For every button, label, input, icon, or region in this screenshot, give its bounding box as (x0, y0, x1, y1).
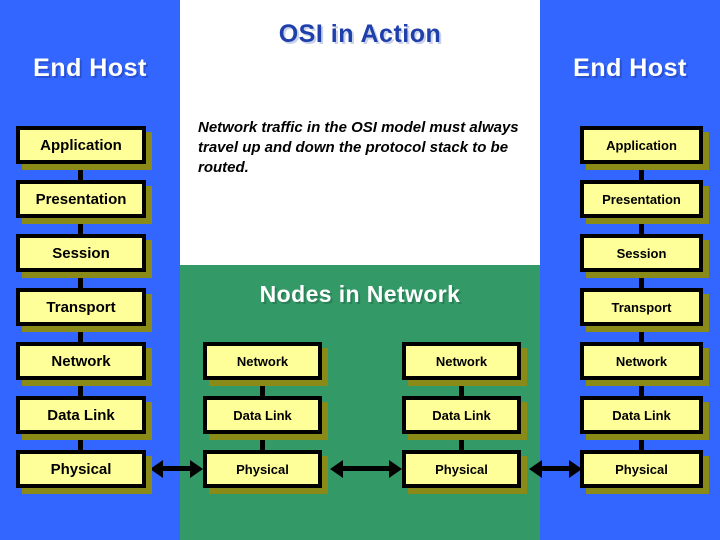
layer-box-right-physical[interactable]: Physical (580, 450, 703, 488)
explanatory-note: Network traffic in the OSI model must al… (198, 119, 519, 176)
layer-box-node1-physical[interactable]: Physical (203, 450, 322, 488)
layer-box-right-session[interactable]: Session (580, 234, 703, 272)
layer-box-node2-network[interactable]: Network (402, 342, 521, 380)
layer-box-node1-network[interactable]: Network (203, 342, 322, 380)
layer-box-left-session[interactable]: Session (16, 234, 146, 272)
link-arrow-3-shaft (540, 466, 571, 471)
layer-box-node2-datalink[interactable]: Data Link (402, 396, 521, 434)
layer-box-left-transport[interactable]: Transport (16, 288, 146, 326)
layer-box-right-application[interactable]: Application (580, 126, 703, 164)
layer-box-right-presentation[interactable]: Presentation (580, 180, 703, 218)
page-title: OSI in Action (278, 20, 442, 48)
layer-box-left-datalink[interactable]: Data Link (16, 396, 146, 434)
link-arrow-2-right-head (389, 460, 402, 478)
layer-box-left-network[interactable]: Network (16, 342, 146, 380)
layer-box-left-physical[interactable]: Physical (16, 450, 146, 488)
osi-in-action-slide: OSI in Action End Host End Host Network … (0, 0, 720, 540)
nodes-in-network-heading: Nodes in Network (259, 281, 461, 307)
layer-box-left-application[interactable]: Application (16, 126, 146, 164)
layer-box-left-presentation[interactable]: Presentation (16, 180, 146, 218)
layer-box-node1-datalink[interactable]: Data Link (203, 396, 322, 434)
layer-box-node2-physical[interactable]: Physical (402, 450, 521, 488)
right-end-host-heading: End Host (573, 54, 687, 82)
layer-box-right-datalink[interactable]: Data Link (580, 396, 703, 434)
link-arrow-1-right-head (190, 460, 203, 478)
left-end-host-heading: End Host (33, 54, 147, 82)
layer-box-right-transport[interactable]: Transport (580, 288, 703, 326)
link-arrow-2-shaft (341, 466, 391, 471)
link-arrow-1-shaft (161, 466, 192, 471)
layer-box-right-network[interactable]: Network (580, 342, 703, 380)
